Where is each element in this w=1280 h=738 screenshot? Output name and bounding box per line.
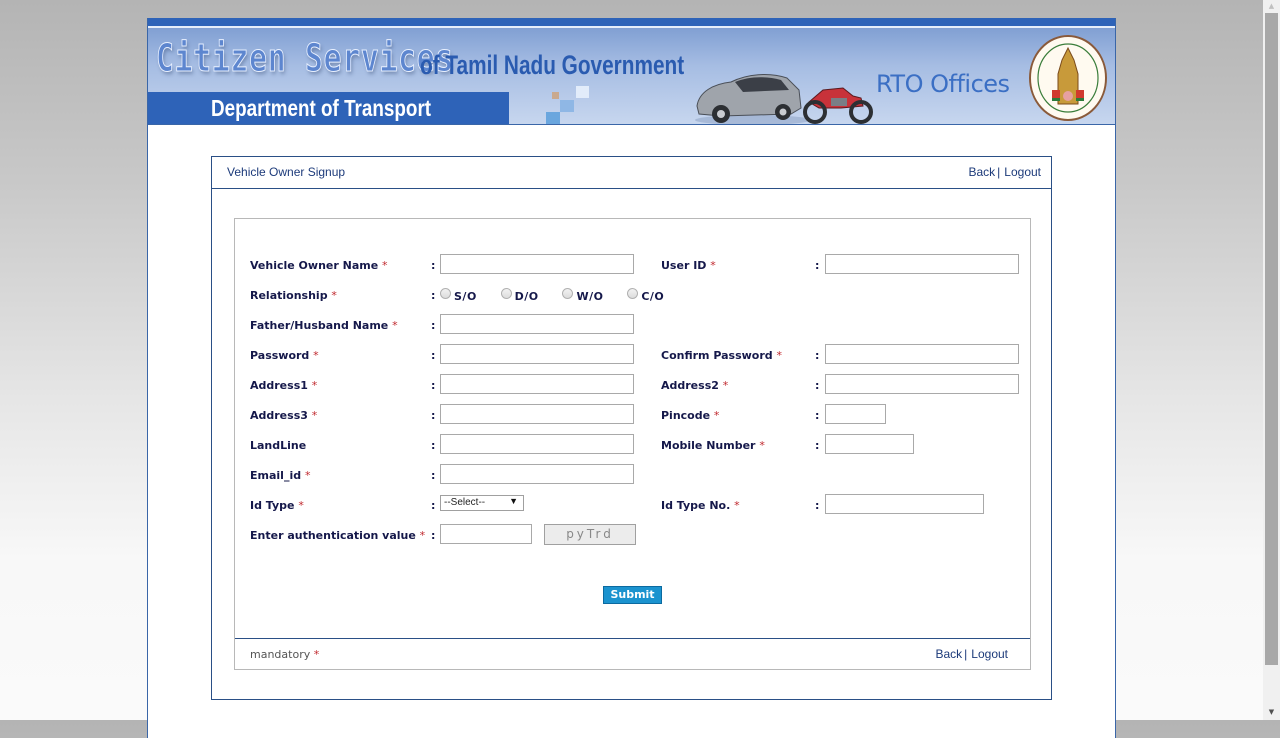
link-separator: | (997, 165, 1001, 179)
colon: : (431, 349, 436, 362)
link-separator: | (964, 647, 968, 661)
radio-s-o[interactable]: S/O (440, 287, 497, 303)
father-name-label: Father/Husband Name * (250, 319, 398, 332)
address3-label: Address3 * (250, 409, 318, 422)
form-row: Relationship * : S/O D/O W/O C/O (235, 284, 1030, 306)
pincode-input[interactable] (825, 404, 886, 424)
colon: : (815, 379, 820, 392)
chevron-down-icon: ▼ (509, 496, 518, 506)
department-label: Department of Transport (211, 95, 432, 121)
address3-input[interactable] (440, 404, 634, 424)
scroll-up-arrow-icon[interactable]: ▲ (1263, 0, 1280, 12)
id-type-no-label: Id Type No. * (661, 499, 740, 512)
relationship-label: Relationship * (250, 289, 337, 302)
id-type-selected: --Select-- (444, 497, 486, 508)
id-type-select[interactable]: --Select-- ▼ (440, 495, 524, 511)
decor-square (576, 86, 589, 98)
landline-input[interactable] (440, 434, 634, 454)
signup-panel: Vehicle Owner Signup Back | Logout Vehicle… (211, 156, 1052, 700)
owner-name-input[interactable] (440, 254, 634, 274)
form-footer: mandatory * Back | Logout (235, 638, 1030, 671)
colon: : (815, 349, 820, 362)
mobile-input[interactable] (825, 434, 914, 454)
form-row: Id Type * : --Select-- ▼ Id Type No. * : (235, 494, 1030, 516)
back-link[interactable]: Back (968, 165, 995, 179)
confirm-password-label: Confirm Password * (661, 349, 782, 362)
panel-header: Vehicle Owner Signup Back | Logout (212, 157, 1051, 189)
submit-button[interactable]: Submit (603, 586, 662, 604)
logout-link-footer[interactable]: Logout (971, 647, 1008, 661)
owner-name-label: Vehicle Owner Name * (250, 259, 388, 272)
header-nav-links: Back | Logout (968, 165, 1041, 179)
signup-form: Vehicle Owner Name * : User ID * : Relat… (234, 218, 1031, 670)
scroll-down-arrow-icon[interactable]: ▼ (1263, 706, 1280, 718)
colon: : (431, 529, 436, 542)
mobile-label: Mobile Number * (661, 439, 765, 452)
radio-d-o[interactable]: D/O (500, 287, 559, 303)
password-label: Password * (250, 349, 319, 362)
id-type-label: Id Type * (250, 499, 304, 512)
page-container: Citizen Services of Tamil Nadu Governmen… (147, 18, 1116, 738)
colon: : (815, 409, 820, 422)
radio-c-o[interactable]: C/O (627, 287, 684, 303)
landline-label: LandLine (250, 439, 307, 452)
colon: : (815, 499, 820, 512)
decor-square (560, 100, 574, 112)
id-type-no-input[interactable] (825, 494, 984, 514)
email-label: Email_id * (250, 469, 311, 482)
page-title: Vehicle Owner Signup (227, 165, 346, 179)
form-row: Enter authentication value * : pyTrd (235, 524, 1030, 546)
header-banner: Citizen Services of Tamil Nadu Governmen… (148, 18, 1115, 125)
back-link-footer[interactable]: Back (935, 647, 962, 661)
radio-w-o[interactable]: W/O (562, 287, 623, 303)
form-row: Address1 * : Address2 * : (235, 374, 1030, 396)
user-id-input[interactable] (825, 254, 1019, 274)
address1-label: Address1 * (250, 379, 318, 392)
auth-value-label: Enter authentication value * (250, 529, 426, 542)
form-row: LandLine : Mobile Number * : (235, 434, 1030, 456)
banner-title: Citizen Services (156, 36, 454, 81)
form-row: Vehicle Owner Name * : User ID * : (235, 254, 1030, 276)
decor-square (552, 92, 559, 99)
decor-square (546, 112, 560, 124)
form-row: Email_id * : (235, 464, 1030, 486)
relationship-radio-group: S/O D/O W/O C/O (440, 287, 684, 303)
password-input[interactable] (440, 344, 634, 364)
user-id-label: User ID * (661, 259, 716, 272)
banner-subtitle: of Tamil Nadu Government (420, 50, 685, 80)
address2-label: Address2 * (661, 379, 729, 392)
colon: : (815, 259, 820, 272)
rto-offices-label: RTO Offices (876, 70, 1010, 98)
address1-input[interactable] (440, 374, 634, 394)
pincode-label: Pincode * (661, 409, 720, 422)
colon: : (431, 499, 436, 512)
logout-link[interactable]: Logout (1004, 165, 1041, 179)
scrollbar-thumb[interactable] (1265, 13, 1278, 665)
department-bar: Department of Transport (148, 92, 509, 124)
colon: : (815, 439, 820, 452)
colon: : (431, 439, 436, 452)
auth-value-input[interactable] (440, 524, 532, 544)
mandatory-note: mandatory * (250, 648, 320, 661)
vertical-scrollbar[interactable]: ▲ ▼ (1263, 0, 1280, 720)
colon: : (431, 379, 436, 392)
colon: : (431, 319, 436, 332)
captcha-image: pyTrd (544, 524, 636, 545)
colon: : (431, 259, 436, 272)
confirm-password-input[interactable] (825, 344, 1019, 364)
tamil-nadu-emblem-icon (1029, 35, 1107, 121)
email-input[interactable] (440, 464, 634, 484)
colon: : (431, 289, 436, 302)
form-row: Password * : Confirm Password * : (235, 344, 1030, 366)
father-name-input[interactable] (440, 314, 634, 334)
car-motorcycle-icon (695, 74, 873, 124)
footer-nav-links: Back | Logout (935, 647, 1008, 661)
banner-highlight-line (148, 26, 1115, 28)
form-row: Father/Husband Name * : (235, 314, 1030, 336)
form-row: Address3 * : Pincode * : (235, 404, 1030, 426)
colon: : (431, 409, 436, 422)
colon: : (431, 469, 436, 482)
address2-input[interactable] (825, 374, 1019, 394)
